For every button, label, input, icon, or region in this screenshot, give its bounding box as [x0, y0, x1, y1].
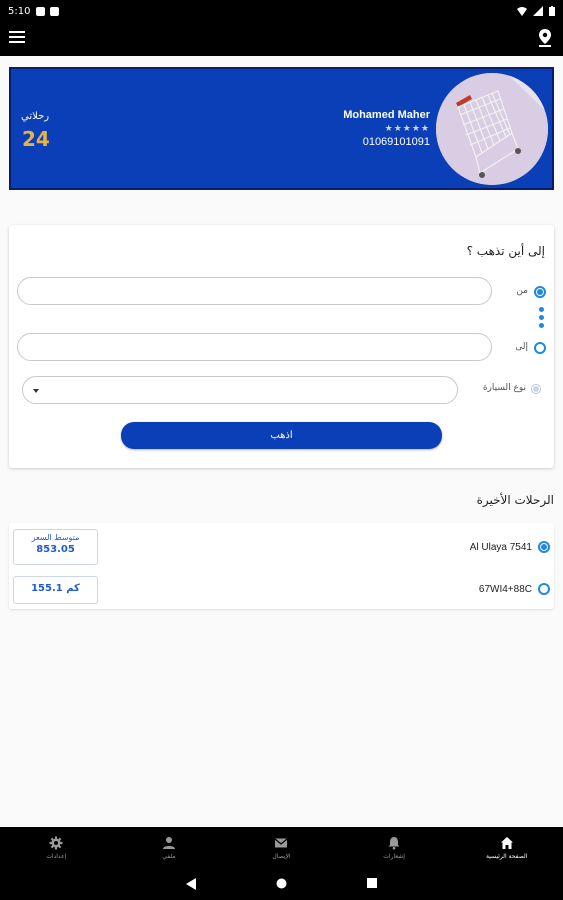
- to-radio[interactable]: [534, 342, 546, 354]
- avatar-photo-icon: [436, 73, 548, 185]
- system-nav-bar: [0, 869, 563, 900]
- from-radio[interactable]: [534, 286, 546, 298]
- person-icon: [162, 837, 175, 849]
- gear-icon: [49, 836, 63, 850]
- avg-price-value: 853.05: [36, 544, 75, 555]
- nav-notifications[interactable]: إشعارات: [338, 827, 451, 869]
- go-button[interactable]: اذهب: [121, 422, 442, 449]
- nav-label: الصفحة الرئيسية: [485, 853, 528, 860]
- dropdown-caret-icon: [33, 389, 39, 393]
- profile-card: رحلاتي 24 Mohamed Maher ★★★★★ 0106910109…: [9, 67, 554, 190]
- nav-home[interactable]: الصفحة الرئيسية: [450, 827, 563, 869]
- home-icon: [500, 837, 513, 849]
- trip-address: Al Ulaya 7541: [469, 541, 532, 553]
- nav-label: إشعارات: [383, 853, 405, 860]
- menu-icon[interactable]: [9, 31, 25, 45]
- mail-icon: [275, 838, 288, 848]
- car-type-label: نوع السيارة: [482, 383, 526, 393]
- recents-icon[interactable]: [367, 878, 377, 888]
- trip-address: 67WI4+88C: [478, 583, 532, 595]
- nav-label: الإيصال: [272, 853, 291, 860]
- recent-trip-row[interactable]: Al Ulaya 7541: [470, 541, 550, 553]
- trip-radio-filled-icon: [538, 541, 550, 553]
- back-icon[interactable]: [186, 878, 196, 890]
- user-name: Mohamed Maher: [343, 109, 430, 121]
- rating-stars: ★★★★★: [384, 124, 430, 134]
- wifi-icon: [517, 7, 527, 16]
- to-label: إلى: [515, 342, 528, 352]
- home-circle-icon[interactable]: [276, 878, 287, 889]
- storage-notification-icon: [50, 6, 60, 16]
- phone-number: 01069101091: [362, 136, 430, 148]
- trip-form: إلى أين تذهب ؟ من إلى نوع السيارة اذهب: [9, 225, 554, 468]
- location-pin-icon[interactable]: [537, 28, 553, 48]
- nav-receipt[interactable]: الإيصال: [225, 827, 338, 869]
- to-input[interactable]: [17, 333, 492, 361]
- trips-count[interactable]: 24: [22, 127, 50, 151]
- signal-icon: [533, 6, 543, 16]
- from-label: من: [516, 286, 528, 296]
- nav-label: ملفي: [162, 853, 176, 860]
- nav-profile[interactable]: ملفي: [113, 827, 226, 869]
- recent-trip-row[interactable]: 67WI4+88C: [479, 583, 550, 595]
- form-title: إلى أين تذهب ؟: [466, 244, 545, 258]
- app-bar: [0, 22, 563, 56]
- recent-trips-card: Al Ulaya 7541 67WI4+88C متوسط السعر 853.…: [9, 523, 554, 609]
- status-bar: 5:10: [0, 0, 563, 22]
- trip-radio-empty-icon: [538, 583, 550, 595]
- route-dots-icon: [539, 307, 545, 331]
- status-time: 5:10: [8, 5, 31, 17]
- app-notification-icon: [36, 6, 46, 16]
- car-type-select[interactable]: [22, 376, 458, 404]
- nav-label: إعدادات: [46, 853, 67, 860]
- from-input[interactable]: [17, 277, 492, 305]
- bell-icon: [388, 837, 400, 850]
- distance-box: 155.1 كم: [13, 576, 98, 604]
- recent-trips-title: الرحلات الأخيرة: [476, 493, 554, 507]
- car-type-radio[interactable]: [531, 384, 541, 394]
- avg-price-box: متوسط السعر 853.05: [13, 529, 98, 565]
- trips-label: رحلاتي: [21, 111, 50, 122]
- battery-icon: [549, 6, 555, 16]
- avatar[interactable]: [436, 73, 548, 185]
- avg-price-label: متوسط السعر: [31, 533, 80, 542]
- distance-value: 155.1 كم: [31, 583, 80, 594]
- nav-settings[interactable]: إعدادات: [0, 827, 113, 869]
- bottom-nav: إعدادات ملفي الإيصال إشعارات الصفحة الرئ…: [0, 827, 563, 869]
